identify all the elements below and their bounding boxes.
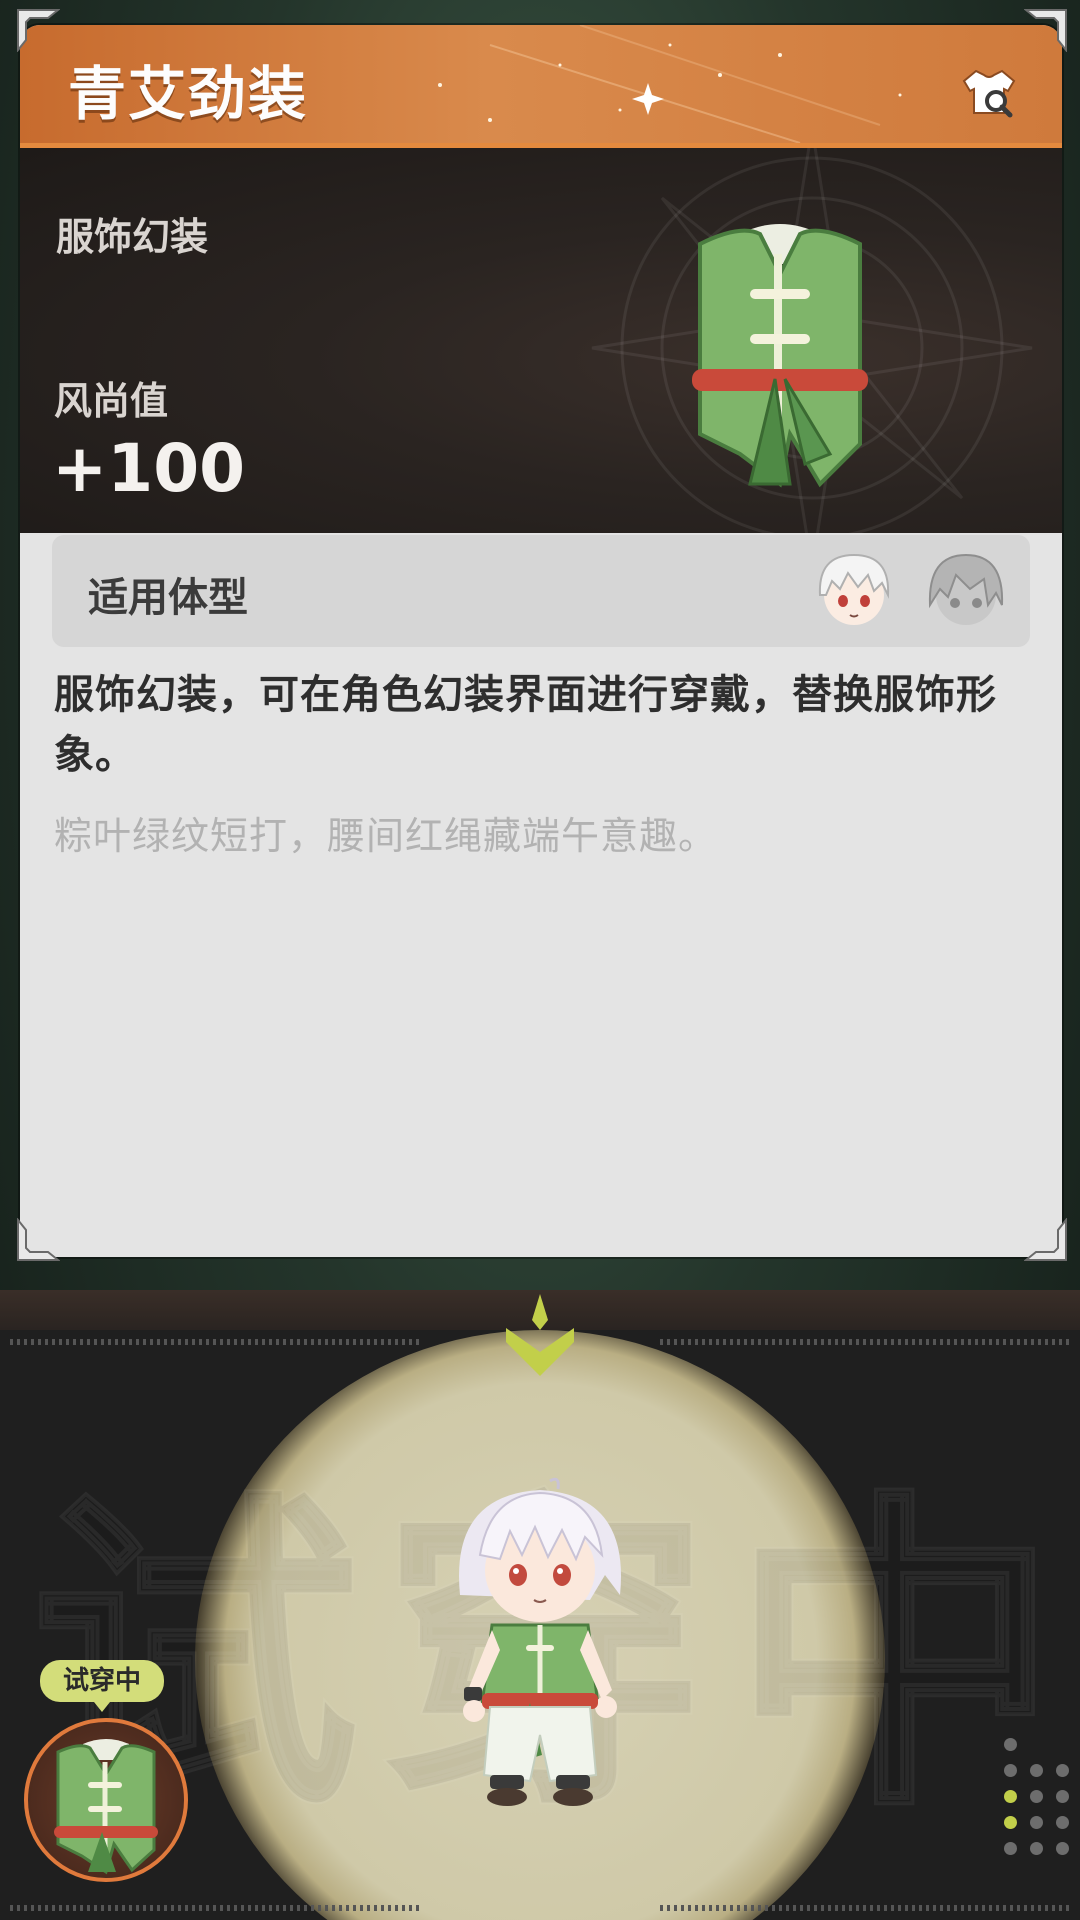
trying-on-badge: 试穿中 [40, 1660, 164, 1712]
wardrobe-button[interactable] [960, 67, 1018, 119]
page-indicator-dot [1004, 1764, 1017, 1777]
fashion-value: +100 [52, 430, 246, 507]
page-indicator-dot [1056, 1790, 1069, 1803]
page-indicator-grid [1004, 1738, 1069, 1856]
corner-ornament-icon [1024, 9, 1067, 52]
try-on-preview: 试穿中 [0, 1290, 1080, 1920]
page-indicator-dot [1030, 1764, 1043, 1777]
chevron-down-emblem-icon [506, 1294, 574, 1376]
body-type-label: 适用体型 [88, 575, 248, 621]
body-type-box: 适用体型 [52, 535, 1030, 647]
outfit-slot-button[interactable] [24, 1718, 188, 1882]
page-indicator-dot [1030, 1842, 1043, 1855]
item-title: 青艾劲装 [68, 60, 309, 128]
wardrobe-search-icon [962, 69, 1016, 118]
character-preview [459, 1477, 621, 1806]
item-type: 服饰幻装 [56, 215, 209, 259]
item-flavor-text: 粽叶绿纹短打，腰间红绳藏端午意趣。 [54, 814, 718, 858]
fashion-label: 风尚值 [54, 379, 169, 423]
page-indicator-dot [1004, 1738, 1017, 1751]
page-indicator-dot [1004, 1842, 1017, 1855]
page-indicator-dot [1056, 1764, 1069, 1777]
page-indicator-dot [1056, 1842, 1069, 1855]
white-hair-avatar-icon[interactable] [808, 545, 900, 637]
page-indicator-dot [1030, 1790, 1043, 1803]
page-indicator-dot [1004, 1816, 1017, 1829]
outfit-vest-thumbnail [54, 1739, 158, 1875]
item-header-panel: 服饰幻装 风尚值 +100 [20, 148, 1062, 533]
outfit-vest-image [692, 224, 868, 488]
corner-ornament-icon [17, 9, 60, 52]
page-indicator-dot [1004, 1790, 1017, 1803]
page-indicator-dot [1056, 1816, 1069, 1829]
item-detail-card: 青艾劲装 服饰幻装 风尚值 +100 适用体型 服饰幻装，可在角色幻装界面进行穿… [20, 25, 1062, 1257]
corner-ornament-icon [17, 1218, 60, 1261]
grey-hair-avatar-icon[interactable] [920, 545, 1012, 637]
title-bar: 青艾劲装 [20, 25, 1062, 148]
tick-decoration [10, 1905, 1070, 1911]
page-indicator-dot [1030, 1816, 1043, 1829]
corner-ornament-icon [1024, 1218, 1067, 1261]
item-description: 服饰幻装，可在角色幻装界面进行穿戴，替换服饰形象。 [54, 672, 997, 778]
